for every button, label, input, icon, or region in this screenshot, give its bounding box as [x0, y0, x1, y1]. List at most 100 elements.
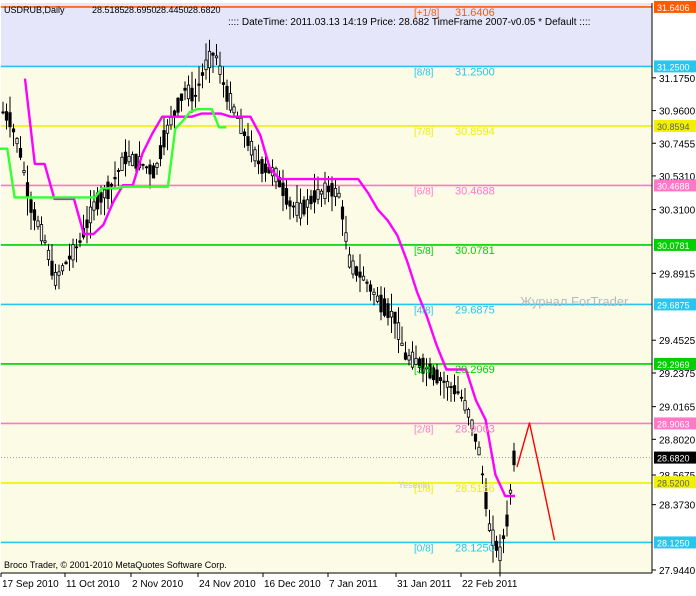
candle-body [50, 260, 54, 276]
level-value: 28.9063 [455, 423, 495, 435]
candle-body [43, 240, 47, 243]
price-tick-label: 30.9600 [659, 107, 696, 118]
candle-body [512, 450, 516, 466]
candle-body [207, 50, 212, 69]
candle-body [305, 199, 310, 208]
candle-body [85, 219, 89, 229]
date-tick-label: 7 Jan 2011 [329, 579, 378, 590]
candle-body [186, 84, 191, 100]
candle-body [253, 149, 257, 162]
candle-body [25, 182, 30, 199]
candle-body [501, 535, 506, 540]
candle-body [39, 224, 44, 242]
price-level-label: 28.9063 [657, 419, 690, 429]
candle-body [232, 106, 236, 114]
candle-body [319, 190, 324, 195]
candle-body [4, 111, 9, 121]
candle-body [64, 261, 68, 265]
candle-body [176, 97, 180, 113]
candle-body [487, 523, 492, 531]
candle-body [298, 202, 303, 219]
level-value: 30.4688 [455, 185, 495, 197]
date-tick-label: 24 Nov 2010 [199, 579, 256, 590]
candle-body [347, 254, 352, 268]
candle-body [67, 255, 72, 260]
candle-body [260, 159, 264, 174]
candle-body [256, 160, 261, 165]
symbol-label: USDRUB,Daily [4, 5, 65, 15]
candle-body [435, 369, 439, 384]
price-level-label: 31.2500 [657, 62, 690, 72]
candle-body [438, 377, 443, 381]
candle-body [102, 189, 107, 199]
candle-body [452, 385, 457, 395]
candle-body [403, 352, 408, 360]
level-value: 29.6875 [455, 304, 495, 316]
price-tick-label: 29.8915 [659, 269, 696, 280]
price-tick-label: 29.4525 [659, 336, 696, 347]
candle-body [375, 295, 380, 302]
candle-body [155, 162, 159, 168]
candle-body [407, 355, 411, 361]
level-value: 28.5156 [455, 483, 495, 495]
candle-body [284, 188, 289, 205]
price-level-label: 28.5200 [657, 478, 690, 488]
price-level-label: 28.1250 [657, 538, 690, 548]
candle-body [134, 153, 138, 169]
candle-body [288, 200, 292, 207]
candle-body [449, 386, 453, 389]
candle-body [246, 136, 250, 146]
candle-body [323, 182, 327, 199]
date-tick-label: 2 Nov 2010 [132, 579, 184, 590]
candle-body [169, 117, 173, 126]
candle-body [148, 164, 152, 175]
price-tick-label: 28.8020 [659, 435, 696, 446]
level-tag: [5/8] [414, 246, 434, 257]
level-tag: [8/8] [414, 67, 434, 78]
candle-body [29, 199, 33, 213]
candle-body [281, 182, 285, 196]
candle-body [263, 163, 268, 173]
candle-body [249, 140, 254, 156]
candle-body [456, 391, 460, 394]
candle-body [92, 201, 96, 211]
candle-body [221, 82, 226, 85]
price-level-label: 30.8594 [657, 122, 690, 132]
date-tick-label: 16 Dec 2010 [264, 579, 321, 590]
candle-body [172, 110, 177, 117]
candle-body [326, 185, 331, 193]
candle-body [1, 111, 5, 114]
candle-body [22, 170, 26, 173]
candle-body [165, 124, 170, 134]
candle-body [109, 183, 114, 187]
price-tick-label: 30.3100 [659, 206, 696, 217]
candle-body [295, 201, 299, 216]
candle-body [239, 117, 243, 134]
candle-body [32, 209, 37, 221]
candle-body [414, 357, 418, 365]
candle-body [211, 52, 215, 56]
candle-body [459, 396, 464, 399]
candle-body [183, 87, 187, 91]
candle-body [99, 192, 103, 203]
level-tag: [0/8] [414, 543, 434, 554]
price-level-label: 29.2969 [657, 360, 690, 370]
candle-body [8, 112, 12, 128]
candle-body [144, 166, 149, 169]
level-value: 28.1250 [455, 542, 495, 554]
candle-body [127, 155, 131, 163]
level-value: 31.2500 [455, 66, 495, 78]
candle-body [466, 409, 471, 418]
candle-body [382, 298, 387, 316]
candle-body [116, 170, 121, 172]
candle-body [162, 130, 166, 148]
candle-body [11, 128, 16, 133]
price-tick-label: 30.7455 [659, 139, 696, 150]
candle-body [344, 232, 348, 242]
level-tag: [3/8] [414, 365, 434, 376]
candle-body [151, 165, 156, 179]
candle-body [494, 540, 499, 551]
candle-body [477, 446, 481, 456]
candle-body [312, 190, 317, 203]
candle-body [18, 148, 23, 158]
